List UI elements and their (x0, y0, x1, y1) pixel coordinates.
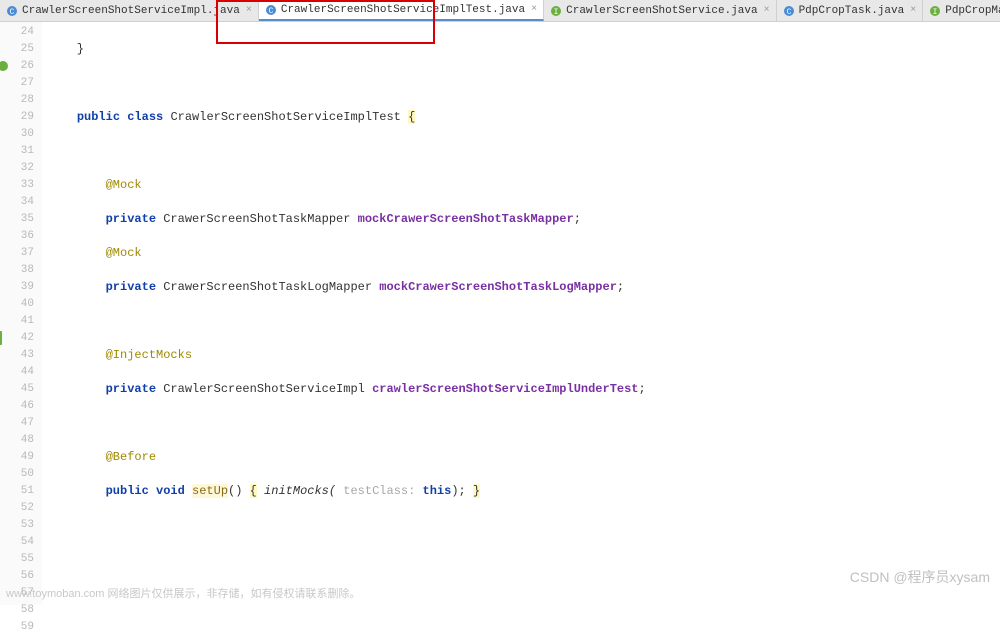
tab-label: CrawlerScreenShotServiceImplTest.java (281, 4, 525, 16)
line-number: 56 (0, 568, 34, 585)
line-number: 29 (0, 109, 34, 126)
svg-text:C: C (268, 7, 273, 16)
interface-icon: I (929, 5, 941, 17)
tab-crawlerscreenshotserviceimpltest[interactable]: C CrawlerScreenShotServiceImplTest.java … (259, 0, 544, 21)
tab-crawlerscreenshotservice[interactable]: I CrawlerScreenShotService.java × (544, 0, 776, 21)
line-number: 37 (0, 245, 34, 262)
line-number: 48 (0, 432, 34, 449)
line-number: 41 (0, 313, 34, 330)
line-number: 42 (0, 330, 34, 347)
line-number: 27 (0, 75, 34, 92)
line-number: 54 (0, 534, 34, 551)
tab-label: CrawlerScreenShotService.java (566, 5, 757, 17)
close-icon[interactable]: × (531, 4, 537, 15)
watermark-left: www.toymoban.com 网络图片仅供展示，非存储，如有侵权请联系删除。 (6, 585, 360, 601)
line-number: 53 (0, 517, 34, 534)
watermark-right: CSDN @程序员xysam (850, 567, 990, 587)
code-area[interactable]: } public class CrawlerScreenShotServiceI… (42, 22, 1000, 605)
line-number: 43 (0, 347, 34, 364)
class-icon: C (783, 5, 795, 17)
line-number: 26 (0, 58, 34, 75)
line-number: 33 (0, 177, 34, 194)
class-icon: C (6, 5, 18, 17)
interface-icon: I (550, 5, 562, 17)
line-number: 28 (0, 92, 34, 109)
line-number: 32 (0, 160, 34, 177)
close-icon[interactable]: × (246, 5, 252, 16)
line-number: 46 (0, 398, 34, 415)
tab-pdpcropmapper[interactable]: I PdpCropMapper.java × (923, 0, 1000, 21)
close-icon[interactable]: × (910, 5, 916, 16)
class-icon: C (265, 4, 277, 16)
line-number: 40 (0, 296, 34, 313)
line-number: 50 (0, 466, 34, 483)
tab-bar: C CrawlerScreenShotServiceImpl.java × C … (0, 0, 1000, 22)
tab-label: PdpCropTask.java (799, 5, 905, 17)
line-number: 59 (0, 619, 34, 636)
line-number: 39 (0, 279, 34, 296)
editor: 2425262728293031323334353637383940414243… (0, 22, 1000, 605)
line-gutter[interactable]: 2425262728293031323334353637383940414243… (0, 22, 42, 605)
tab-crawlerscreenshotserviceimpl[interactable]: C CrawlerScreenShotServiceImpl.java × (0, 0, 259, 21)
line-number: 35 (0, 211, 34, 228)
line-number: 30 (0, 126, 34, 143)
svg-text:I: I (933, 8, 938, 17)
line-number: 51 (0, 483, 34, 500)
line-number: 25 (0, 41, 34, 58)
tab-label: CrawlerScreenShotServiceImpl.java (22, 5, 240, 17)
line-number: 24 (0, 24, 34, 41)
line-number: 34 (0, 194, 34, 211)
svg-text:I: I (554, 8, 559, 17)
line-number: 36 (0, 228, 34, 245)
line-number: 52 (0, 500, 34, 517)
line-number: 44 (0, 364, 34, 381)
line-number: 31 (0, 143, 34, 160)
line-number: 55 (0, 551, 34, 568)
line-number: 47 (0, 415, 34, 432)
svg-text:C: C (10, 8, 15, 17)
line-number: 38 (0, 262, 34, 279)
tab-label: PdpCropMapper.java (945, 5, 1000, 17)
line-number: 49 (0, 449, 34, 466)
run-test-icon[interactable] (0, 331, 2, 345)
close-icon[interactable]: × (764, 5, 770, 16)
svg-text:C: C (786, 8, 791, 17)
tab-pdpcroptask[interactable]: C PdpCropTask.java × (777, 0, 924, 21)
line-number: 45 (0, 381, 34, 398)
run-test-icon[interactable] (0, 61, 8, 71)
